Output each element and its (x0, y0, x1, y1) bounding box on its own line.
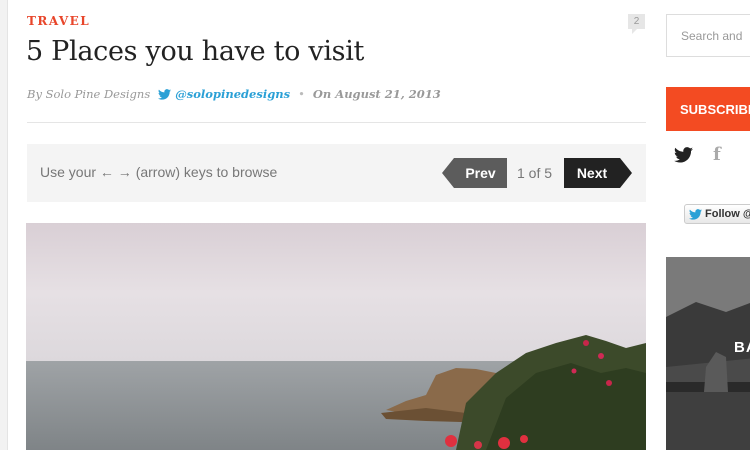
search-input[interactable]: Search and (666, 14, 750, 57)
twitter-icon[interactable] (674, 147, 693, 163)
subscribe-button[interactable]: SUBSCRIBE (666, 87, 750, 131)
prev-button[interactable]: Prev (442, 158, 507, 188)
gallery-nav-bar: Use your ← → (arrow) keys to browse Prev… (27, 144, 646, 202)
post-category-link[interactable]: TRAVEL (27, 14, 90, 28)
page-left-edge (0, 0, 8, 450)
comment-count-badge[interactable]: 2 (628, 14, 645, 34)
post-meta: By Solo Pine Designs @solopinedesigns • … (27, 87, 441, 101)
title-divider (27, 122, 646, 123)
gallery-position: 1 of 5 (517, 165, 553, 181)
social-links: f (674, 146, 721, 164)
twitter-bird-icon (158, 88, 172, 100)
meta-separator: • (298, 87, 305, 101)
next-button[interactable]: Next (564, 158, 632, 188)
post-title: 5 Places you have to visit (26, 36, 365, 67)
sidebar-featured-image[interactable]: BA (666, 257, 750, 450)
twitter-follow-bird-icon (689, 208, 702, 220)
sidebar-featured-caption: BA (734, 339, 750, 356)
facebook-icon[interactable]: f (713, 146, 721, 164)
gallery-browse-hint: Use your ← → (arrow) keys to browse (40, 164, 278, 180)
twitter-follow-button[interactable]: Follow @ (684, 204, 750, 224)
follow-label: Follow @ (705, 208, 750, 220)
post-author: By Solo Pine Designs (27, 87, 151, 101)
author-twitter-link[interactable]: @solopinedesigns (175, 87, 290, 101)
gallery-hero-image (26, 223, 646, 450)
post-date: On August 21, 2013 (312, 87, 441, 101)
